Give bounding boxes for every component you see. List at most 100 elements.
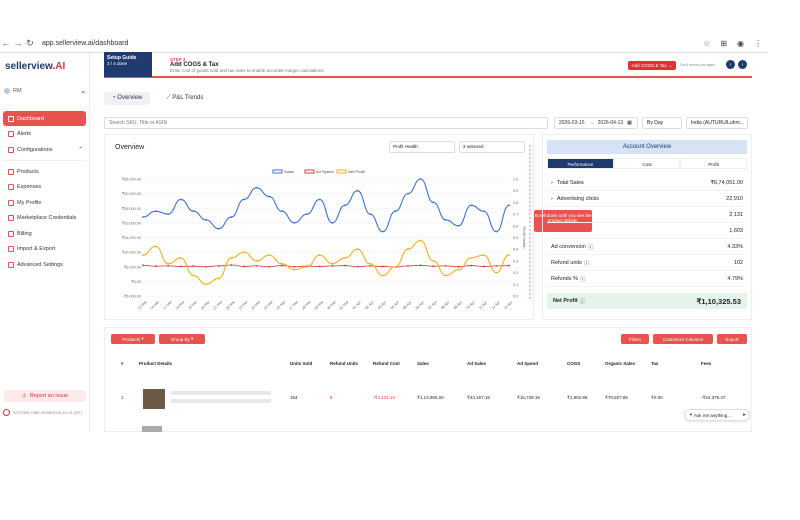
y2-tick-label: 0.6 [513, 224, 518, 228]
back-icon[interactable]: ← [0, 38, 12, 48]
data-point [280, 264, 283, 267]
metric-row: 1,603 [547, 223, 747, 239]
expenses-icon [8, 184, 14, 190]
step-desc: Enter cost of goods sold and tax rates t… [170, 67, 324, 73]
table-row[interactable]: 1 154 8 -₹4,131.14 ₹1,13,965.00 ₹43,157.… [105, 383, 753, 413]
tab-cost[interactable]: Cost [613, 158, 681, 169]
granularity-select[interactable]: By Day [642, 117, 682, 129]
sidebar-item-dashboard[interactable]: Dashboard [3, 111, 86, 126]
legend-swatch [336, 169, 347, 174]
sidebar-item-credentials[interactable]: Marketplace Credentials [3, 211, 86, 226]
tab-overview[interactable]: ◔ Overview [104, 92, 151, 105]
data-point [381, 265, 384, 268]
x-tick-label: 16 Mar [150, 299, 161, 310]
data-point [331, 221, 334, 224]
x-tick-label: 03 Apr [377, 300, 388, 311]
group-by-button[interactable]: Group By ▾ [159, 334, 205, 344]
data-point [306, 213, 308, 215]
x-tick-label: 28 Mar [301, 299, 312, 310]
user-icon [8, 199, 14, 206]
forward-icon[interactable]: → [12, 38, 24, 48]
data-point [495, 264, 498, 267]
sidebar-item-profile[interactable]: My Profile [3, 195, 86, 210]
sidebar-item-products[interactable]: Products [3, 164, 86, 179]
data-point [293, 221, 296, 224]
legend-label: Net Profit [348, 169, 366, 174]
date-range[interactable]: 2026-03-15 → 2026-04-13 ▦ [554, 117, 638, 129]
products-button[interactable]: Products ▾ [111, 334, 155, 344]
search-input[interactable]: Search SKU, Title or ASIN [104, 117, 548, 129]
data-point [255, 260, 258, 262]
data-point [508, 204, 510, 207]
data-point [394, 210, 397, 213]
profile-icon[interactable]: ◉ [737, 39, 744, 48]
data-point [268, 254, 271, 256]
data-point [192, 274, 195, 277]
y-tick-label: ₹0.00 [131, 280, 141, 284]
x-tick-label: 30 Mar [326, 299, 337, 310]
extension-icon[interactable]: ⊞ [720, 39, 727, 48]
legend-label: Ad Spend [316, 169, 334, 174]
add-cogs-button[interactable]: Add COGS & Tax → [628, 61, 676, 70]
alert-icon [8, 131, 14, 137]
data-point [318, 265, 321, 268]
sidebar-item-alerts[interactable]: Alerts [3, 127, 86, 142]
marketplace-select[interactable]: India (AUTURU/Luhm... [686, 117, 748, 129]
gear-icon [8, 146, 14, 153]
metric-row[interactable]: › Total Sales ₹6,74,051.00 [547, 175, 747, 191]
avatar [4, 88, 10, 94]
data-point [142, 254, 144, 256]
data-point [280, 262, 283, 265]
data-point [154, 245, 157, 248]
data-point [230, 257, 233, 259]
product-thumbnail [143, 389, 165, 409]
menu-icon[interactable]: ⋮ [754, 39, 762, 48]
customize-columns-button[interactable]: Customize Columns [653, 334, 713, 344]
data-point [407, 264, 409, 267]
sidebar-item-advanced[interactable]: Advanced Settings [3, 257, 86, 272]
chevron-down-icon[interactable]: ⌄ [80, 87, 86, 95]
x-tick-label: 17 Mar [162, 299, 173, 310]
data-point [457, 224, 460, 227]
ask-me-input[interactable]: ✦ Ask me anything... ➤ [684, 409, 750, 421]
data-point [457, 265, 460, 268]
x-tick-label: 01 Apr [352, 300, 363, 311]
url-bar[interactable]: app.sellerview.ai/dashboard [42, 40, 128, 47]
sidebar-item-expenses[interactable]: Expenses [3, 180, 86, 195]
y2-tick-label: 0.7 [513, 213, 518, 217]
info-icon: ⓘ [579, 298, 585, 305]
import-icon [8, 246, 14, 252]
x-tick-label: 27 Mar [288, 299, 299, 310]
sidebar-item-billing[interactable]: Billing [3, 226, 86, 241]
data-point [432, 265, 435, 268]
data-point [230, 216, 233, 218]
data-point [293, 268, 296, 271]
sidebar-item-import-export[interactable]: Import & Export [3, 242, 86, 257]
prev-arrow-icon[interactable]: ‹ [726, 60, 735, 69]
setup-guide[interactable]: Setup Guide 3 / 4 done [104, 52, 152, 77]
user-menu[interactable]: RM ⌄ [4, 83, 86, 99]
next-arrow-icon[interactable]: › [738, 60, 747, 69]
calendar-icon: ▦ [627, 120, 632, 126]
send-icon[interactable]: ➤ [742, 412, 746, 418]
tab-profit[interactable]: Profit [680, 158, 748, 169]
data-point [495, 271, 498, 274]
tab-pl-trends[interactable]: ⟋ P&L Trends [158, 92, 211, 105]
data-point [381, 274, 384, 277]
skip-link[interactable]: Don't remind me again [680, 63, 715, 67]
y2-tick-label: 0.5 [513, 236, 518, 240]
data-point [142, 264, 144, 267]
y-tick-label: ₹25,000.00 [122, 207, 141, 211]
filters-button[interactable]: Filters [621, 334, 649, 344]
sidebar-item-configurations[interactable]: Configurations ⌃ [3, 142, 86, 157]
data-point [482, 265, 485, 268]
export-button[interactable]: Export [717, 334, 747, 344]
metric-row[interactable]: › Advertising clicks 22,910 [547, 191, 747, 207]
reload-icon[interactable]: ↻ [24, 38, 36, 49]
data-point [331, 262, 334, 265]
x-tick-label: 26 Mar [276, 299, 287, 310]
star-icon[interactable]: ☆ [703, 39, 710, 48]
tab-performance[interactable]: Performance [547, 158, 614, 169]
y-tick-label: ₹20,000.00 [122, 221, 141, 225]
report-issue-button[interactable]: ⚠ Report an issue [4, 390, 86, 402]
